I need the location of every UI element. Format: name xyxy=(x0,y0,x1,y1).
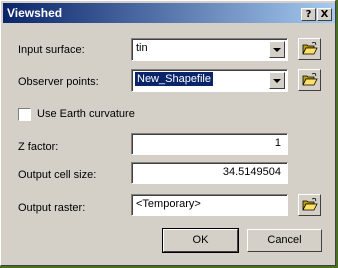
window-title: Viewshed xyxy=(7,6,63,20)
observer-points-value: New_Shapefile xyxy=(135,72,213,86)
output-raster-browse-button[interactable] xyxy=(298,194,321,216)
earth-curvature-label: Use Earth curvature xyxy=(37,108,135,120)
input-surface-label: Input surface: xyxy=(18,44,85,56)
open-folder-icon xyxy=(302,42,318,55)
cell-size-label: Output cell size: xyxy=(18,169,97,181)
z-factor-input[interactable]: 1 xyxy=(131,133,288,155)
help-button[interactable]: ? xyxy=(301,8,316,21)
title-bar[interactable]: Viewshed ? X xyxy=(3,3,335,23)
input-surface-dropdown-arrow[interactable] xyxy=(269,41,285,58)
input-surface-browse-button[interactable] xyxy=(298,38,321,60)
viewshed-dialog: Viewshed ? X Input surface: tin Observer… xyxy=(0,0,336,266)
observer-points-dropdown[interactable]: New_Shapefile xyxy=(131,69,288,92)
z-factor-label: Z factor: xyxy=(18,141,59,153)
cell-size-value: 34.5149504 xyxy=(222,166,281,178)
observer-points-label: Observer points: xyxy=(18,76,99,88)
observer-points-dropdown-arrow[interactable] xyxy=(269,72,285,89)
input-surface-dropdown[interactable]: tin xyxy=(131,38,288,61)
open-folder-icon xyxy=(302,198,318,211)
close-button[interactable]: X xyxy=(317,8,332,21)
observer-points-browse-button[interactable] xyxy=(298,69,321,91)
earth-curvature-checkbox[interactable] xyxy=(18,108,31,121)
chevron-down-icon xyxy=(273,79,281,83)
output-raster-input[interactable]: <Temporary> xyxy=(131,194,288,216)
open-folder-icon xyxy=(302,73,318,86)
z-factor-value: 1 xyxy=(274,137,281,149)
cancel-button[interactable]: Cancel xyxy=(247,229,322,252)
ok-button[interactable]: OK xyxy=(162,228,239,253)
input-surface-value: tin xyxy=(136,42,148,54)
cell-size-input[interactable]: 34.5149504 xyxy=(131,162,288,184)
output-raster-value: <Temporary> xyxy=(136,198,201,210)
output-raster-label: Output raster: xyxy=(18,202,86,214)
chevron-down-icon xyxy=(273,48,281,52)
